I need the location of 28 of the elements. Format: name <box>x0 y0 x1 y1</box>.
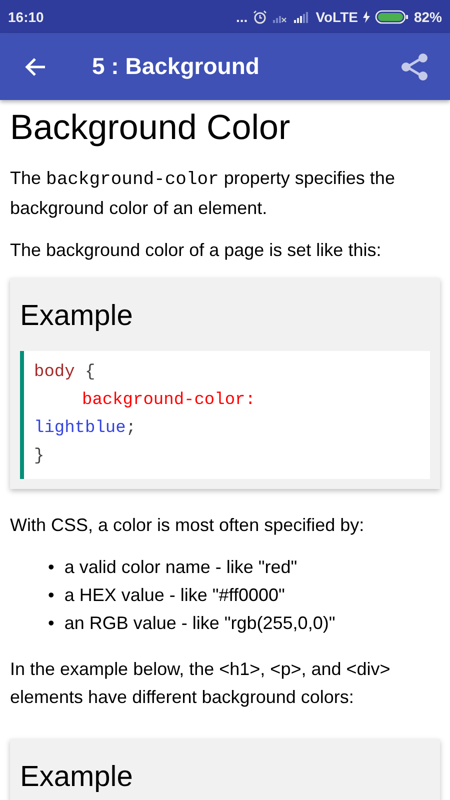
share-icon <box>400 52 430 82</box>
paragraph: The background-color property specifies the background color of an element. <box>10 167 396 220</box>
battery-icon <box>374 10 409 24</box>
bullet: • <box>48 612 54 635</box>
paragraph: The background color of a page is set like this: <box>10 239 382 262</box>
charging-icon <box>362 10 370 22</box>
list-item: a valid color name - like "red" <box>64 556 298 579</box>
paragraph: In the example below, the <h1>, <p>, and <div> elements have different background colors: <box>10 658 392 709</box>
example-heading: Example <box>20 300 134 333</box>
page-heading: Background Color <box>10 108 292 148</box>
back-arrow-icon <box>24 56 46 76</box>
status-time: 16:10 <box>8 8 44 24</box>
paragraph: With CSS, a color is most often specified by: <box>10 514 366 537</box>
code-line: lightblue; <box>34 418 138 440</box>
example-heading: Example <box>20 761 134 794</box>
bullet: • <box>48 556 54 579</box>
list-item: a HEX value - like "#ff0000" <box>64 584 285 607</box>
code-line: body { <box>34 362 96 384</box>
code-line: background-color: <box>81 390 256 412</box>
bullet: • <box>48 584 54 607</box>
signal-icon <box>292 10 311 22</box>
code-line: } <box>34 446 46 468</box>
notification-dots: ... <box>236 8 248 24</box>
network-label: VoLTE <box>316 8 358 24</box>
list-item: an RGB value - like "rgb(255,0,0)" <box>64 612 336 635</box>
alarm-clock-icon <box>252 10 267 24</box>
battery-percent: 82% <box>414 8 442 24</box>
app-bar-title: 5 : Background <box>92 53 260 80</box>
